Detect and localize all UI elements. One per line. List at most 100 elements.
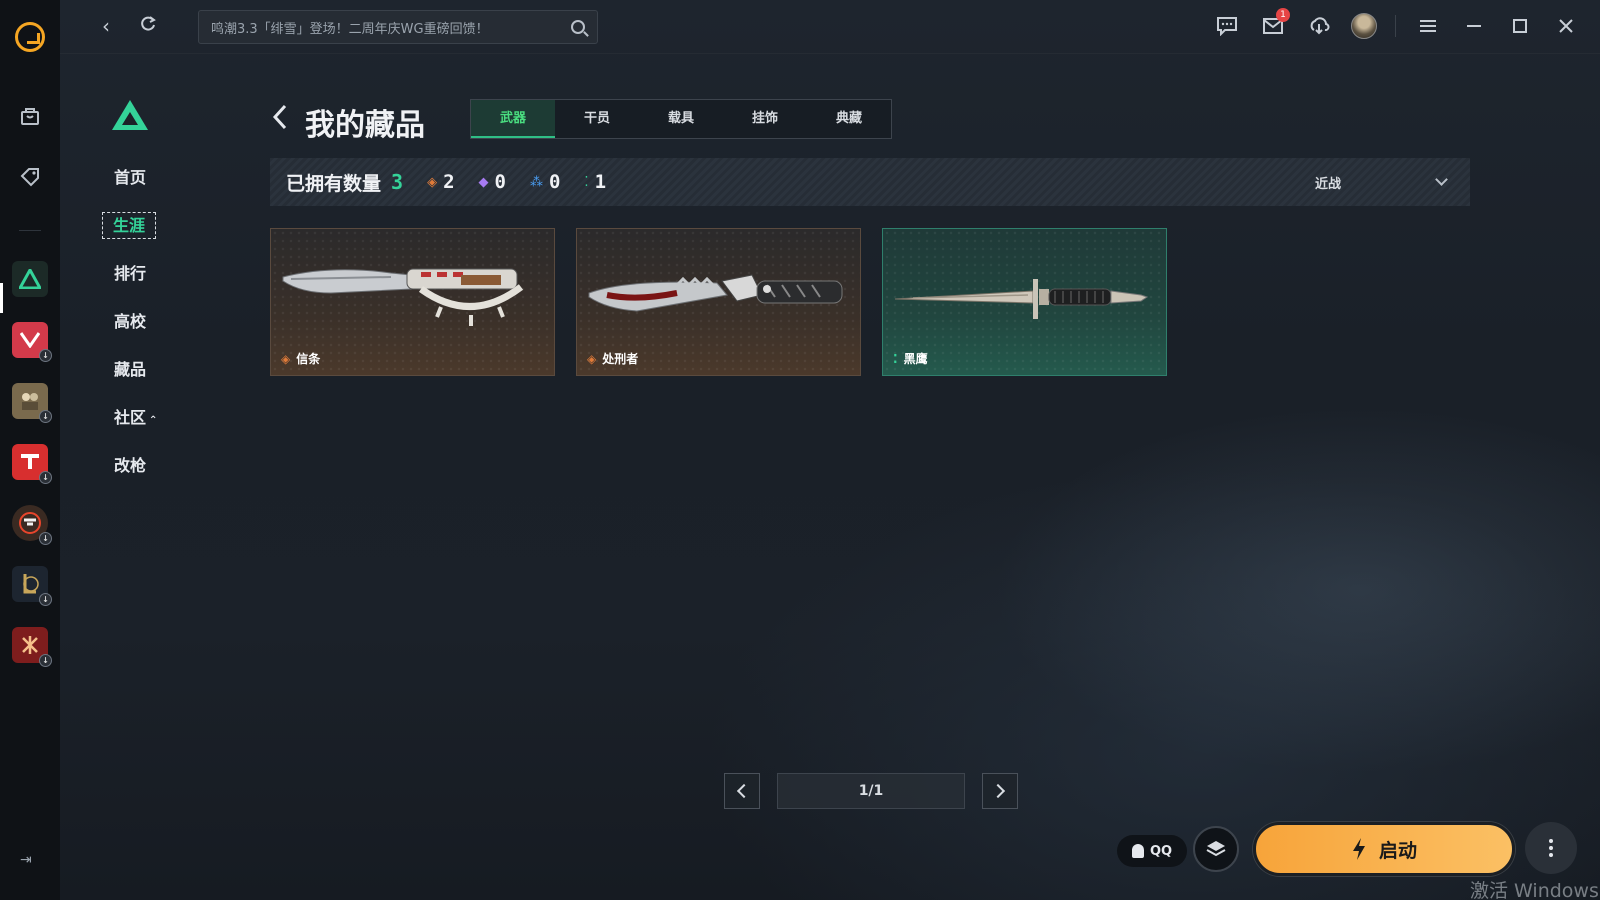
chat-icon[interactable]: [1213, 12, 1241, 40]
app-rail: ↓ ↓ ↓ ↓ ↓ ↓ ⇥: [0, 0, 60, 900]
subnav-item-home[interactable]: 首页: [114, 154, 180, 202]
gem-green-icon: ⁚: [584, 174, 589, 190]
tab-vehicles[interactable]: 载具: [639, 100, 723, 138]
dot-icon: [1549, 839, 1553, 843]
chevron-up-icon: ⌃: [149, 415, 158, 426]
download-icon: ↓: [39, 471, 52, 484]
refresh-icon[interactable]: [136, 14, 160, 38]
page-title: 我的藏品: [305, 108, 425, 143]
subnav-item-community[interactable]: 社区 ⌃: [114, 394, 180, 442]
top-bar: ‹ 1: [60, 0, 1600, 54]
weapon-type-filter[interactable]: 近战: [1314, 158, 1448, 206]
mail-badge: 1: [1276, 8, 1290, 22]
diamond-orange-icon: ◈: [587, 351, 597, 366]
delta-force-logo-icon: [112, 100, 148, 130]
tab-collectibles[interactable]: 典藏: [807, 100, 891, 138]
minimize-icon[interactable]: [1460, 12, 1488, 40]
subnav-label: 生涯: [102, 212, 157, 239]
layers-icon: [1206, 841, 1226, 857]
subnav-item-campus[interactable]: 高校: [114, 298, 180, 346]
rail-divider: [19, 230, 41, 231]
lightning-icon: [1352, 838, 1365, 860]
page-back-icon[interactable]: [272, 104, 288, 137]
qq-login-button[interactable]: QQ: [1117, 835, 1187, 867]
subnav-label: 高校: [114, 312, 147, 331]
chevron-left-icon: [736, 783, 752, 799]
game-naraka-tile[interactable]: ↓: [12, 627, 52, 667]
more-options-button[interactable]: [1525, 822, 1577, 874]
prev-page-button[interactable]: [724, 773, 760, 809]
search-icon[interactable]: [571, 20, 585, 34]
rarity-count: 2: [443, 171, 455, 193]
item-name-text: 信条: [296, 352, 321, 366]
game-lol-tile[interactable]: ↓: [12, 566, 52, 606]
close-icon[interactable]: [1552, 12, 1580, 40]
filter-label: 近战: [1314, 176, 1341, 192]
tab-operators[interactable]: 干员: [555, 100, 639, 138]
subnav-item-ranking[interactable]: 排行: [114, 250, 180, 298]
qq-label: QQ: [1149, 843, 1173, 859]
subnav-label: 社区: [114, 408, 147, 427]
game-crossfire-tile[interactable]: ↓: [12, 505, 52, 545]
item-name: ⁚ 黑鹰: [893, 350, 928, 367]
download-icon: ↓: [39, 654, 52, 667]
game-sub-nav: 首页 生涯 排行 高校 藏品 社区 ⌃ 改枪: [100, 100, 180, 490]
search-input[interactable]: [211, 19, 571, 35]
rarity-orange: ◈ 2: [427, 171, 454, 193]
subnav-item-career[interactable]: 生涯: [102, 202, 180, 250]
layers-settings-button[interactable]: [1193, 826, 1239, 872]
item-name: ◈ 信条: [281, 350, 320, 367]
diamond-orange-icon: ◈: [281, 351, 291, 366]
item-card[interactable]: ◈ 信条: [270, 228, 555, 376]
item-grid: ◈ 信条 ◈ 处刑者 ⁚ 黑鹰: [270, 228, 1167, 376]
rarity-blue: ⁂ 0: [530, 171, 560, 193]
download-icon: ↓: [39, 410, 52, 423]
game-delta-force-tile[interactable]: [12, 261, 48, 297]
subnav-item-gunsmith[interactable]: 改枪: [114, 442, 180, 490]
collection-stats-bar: 已拥有数量 3 ◈ 2 ◆ 0 ⁂ 0 ⁚ 1 近战: [270, 158, 1470, 206]
download-icon: ↓: [39, 349, 52, 362]
search-box[interactable]: [198, 10, 598, 44]
subnav-item-collection[interactable]: 藏品: [114, 346, 180, 394]
menu-icon[interactable]: [1414, 12, 1442, 40]
game-valorant-tile[interactable]: ↓: [12, 322, 52, 362]
item-card[interactable]: ◈ 处刑者: [576, 228, 861, 376]
game-pubg-tile[interactable]: ↓: [12, 383, 52, 423]
item-name-text: 黑鹰: [903, 352, 928, 366]
category-tabs: 武器 干员 载具 挂饰 典藏: [470, 99, 892, 139]
item-card[interactable]: ⁚ 黑鹰: [882, 228, 1167, 376]
item-name: ◈ 处刑者: [587, 350, 638, 367]
avatar[interactable]: [1351, 13, 1377, 39]
rarity-count: 0: [494, 171, 506, 193]
back-icon[interactable]: ‹: [94, 14, 118, 38]
diamond-orange-icon: ◈: [427, 174, 438, 190]
launch-label: 启动: [1378, 839, 1417, 862]
tag-icon[interactable]: [16, 162, 44, 190]
dot-icon: [1549, 853, 1553, 857]
diamond-purple-icon: ◆: [478, 174, 489, 190]
game-tianya-tile[interactable]: ↓: [12, 444, 52, 484]
item-name-text: 处刑者: [602, 352, 639, 366]
tab-weapons[interactable]: 武器: [471, 100, 555, 138]
chevron-down-icon: [1435, 172, 1448, 186]
active-indicator: [0, 283, 3, 313]
next-page-button[interactable]: [982, 773, 1018, 809]
rarity-count: 1: [594, 171, 607, 193]
download-icon: ↓: [39, 593, 52, 606]
launch-button[interactable]: 启动: [1253, 822, 1515, 876]
gem-blue-icon: ⁂: [529, 174, 543, 190]
pagination: 1/1: [724, 773, 1018, 809]
app-logo-icon[interactable]: [15, 22, 45, 52]
chevron-right-icon: [990, 783, 1006, 799]
maximize-icon[interactable]: [1506, 12, 1534, 40]
rarity-green: ⁚ 1: [584, 171, 606, 193]
owned-label: 已拥有数量: [286, 172, 382, 195]
store-bag-icon[interactable]: [16, 102, 44, 130]
collapse-rail-icon[interactable]: ⇥: [20, 852, 32, 868]
dot-icon: [1549, 846, 1553, 850]
tab-charms[interactable]: 挂饰: [723, 100, 807, 138]
download-manager-icon[interactable]: [1305, 12, 1333, 40]
page-indicator: 1/1: [777, 773, 965, 809]
mail-icon[interactable]: 1: [1259, 8, 1290, 40]
qq-penguin-icon: [1131, 844, 1144, 858]
